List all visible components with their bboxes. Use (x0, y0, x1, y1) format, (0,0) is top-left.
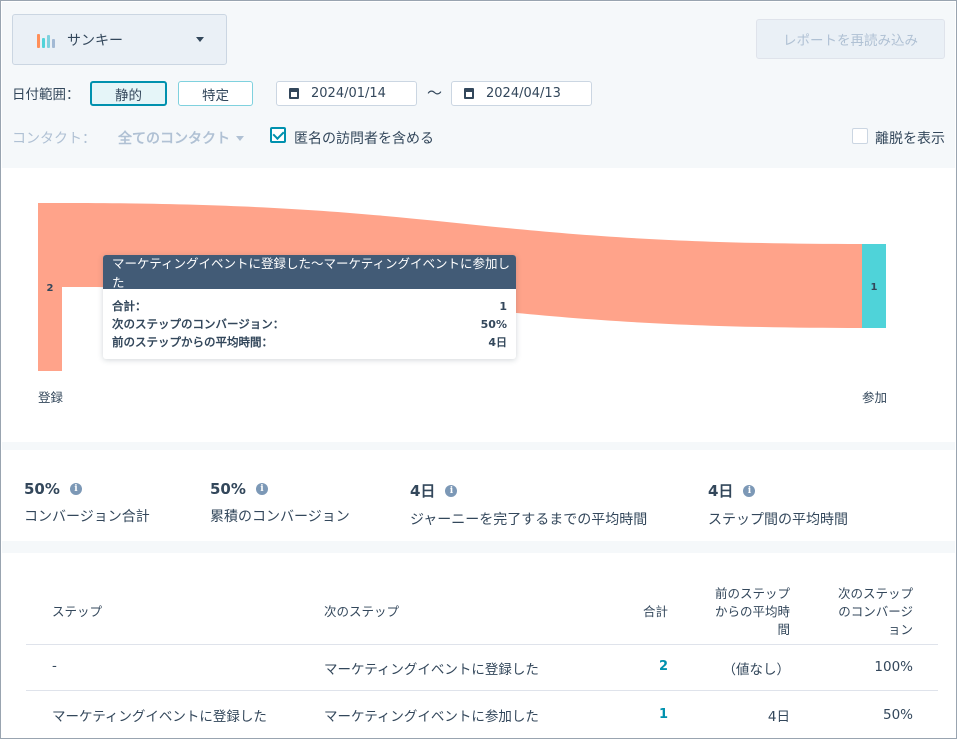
table-cell-avg-time: 4日 (767, 709, 790, 725)
table-cell-total-link[interactable]: 2 (622, 659, 668, 674)
show-dropoff-label[interactable]: 離脱を表示 (875, 128, 945, 148)
section-divider (2, 541, 955, 553)
header-line: 前のステップ (714, 586, 790, 601)
column-header-total[interactable]: 合計 (622, 603, 668, 621)
end-date-value: 2024/04/13 (486, 86, 561, 101)
chevron-down-icon (236, 135, 244, 141)
sankey-node-value-attend: 1 (871, 282, 878, 293)
date-range-label: 日付範囲： (12, 87, 80, 103)
table-cell-next-step: マーケティングイベントに登録した (324, 662, 539, 678)
tooltip-title: マーケティングイベントに登録した〜マーケティングイベントに参加した (103, 255, 516, 290)
date-mode-custom-button[interactable]: 特定 (178, 81, 253, 106)
sankey-tooltip: マーケティングイベントに登録した〜マーケティングイベントに参加した 合計： 1 … (103, 255, 516, 359)
table-cell-avg-time: （値なし） (722, 662, 791, 678)
table-cell-conversion: 50% (882, 707, 913, 723)
include-anonymous-label[interactable]: 匿名の訪問者を含める (294, 128, 434, 148)
column-header-step[interactable]: ステップ (52, 603, 102, 621)
include-anonymous-checkbox[interactable] (270, 127, 286, 143)
table-cell-conversion: 100% (874, 659, 913, 675)
header-line: 間 (777, 622, 790, 637)
report-window: サンキー レポートを再読み込み 日付範囲： 静的 特定 2024/01/14 〜… (0, 0, 957, 739)
table-cell-total-link[interactable]: 1 (622, 707, 668, 722)
header-line: からの平均時 (714, 604, 790, 619)
tooltip-row-total: 合計： 1 (103, 297, 516, 315)
table-cell-next-step: マーケティングイベントに参加した (324, 709, 539, 725)
reload-report-button[interactable]: レポートを再読み込み (756, 19, 945, 59)
header-line: ョン (887, 622, 913, 637)
chart-type-dropdown[interactable]: サンキー (12, 14, 227, 65)
row-divider (26, 690, 938, 691)
table-cell-step: - (52, 658, 57, 674)
stat-label: 累積のコンバージョン (210, 509, 350, 525)
show-dropoff-checkbox[interactable] (852, 128, 868, 144)
end-date-input[interactable]: 2024/04/13 (451, 81, 592, 106)
stat-value: 4日 (410, 482, 436, 500)
tooltip-conversion-value: 50% (480, 317, 507, 331)
info-icon[interactable]: i (743, 484, 756, 497)
column-header-next-step[interactable]: 次のステップ (324, 603, 399, 621)
stat-label: ステップ間の平均時間 (708, 512, 848, 528)
tooltip-total-label: 合計： (112, 299, 147, 313)
sankey-node-value-register: 2 (47, 283, 54, 294)
table-cell-step: マーケティングイベントに登録した (52, 709, 267, 725)
chart-type-label: サンキー (67, 32, 123, 49)
contact-filter-label: コンタクト： (12, 131, 96, 147)
steps-table: ステップ 次のステップ 合計 前のステップ からの平均時 間 次のステップ のコ… (2, 553, 955, 738)
column-header-conversion[interactable]: 次のステップ のコンバージ ョン (814, 585, 913, 639)
date-separator: 〜 (427, 84, 443, 102)
sankey-node-label-attend: 参加 (862, 390, 888, 405)
info-icon[interactable]: i (69, 483, 82, 495)
stat-value: 4日 (708, 482, 734, 500)
contact-filter-value: 全てのコンタクト (118, 131, 230, 147)
stat-label: コンバージョン合計 (24, 509, 150, 525)
column-header-avg-time[interactable]: 前のステップ からの平均時 間 (692, 585, 790, 639)
report-controls: サンキー レポートを再読み込み 日付範囲： 静的 特定 2024/01/14 〜… (2, 2, 955, 168)
date-range-row: 日付範囲： (12, 80, 80, 106)
tooltip-total-value: 1 (499, 299, 507, 313)
summary-stats: 50% i コンバージョン合計 50% i 累積のコンバージョン 4日 i ジャーニー… (2, 450, 955, 540)
stat-journey-avg-time: 4日 i ジャーニーを完了するまでの平均時間 (410, 480, 647, 529)
sankey-node-label-register: 登録 (38, 390, 64, 405)
start-date-input[interactable]: 2024/01/14 (276, 81, 417, 106)
tooltip-conversion-label: 次のステップのコンバージョン： (112, 317, 285, 331)
stat-total-conversion: 50% i コンバージョン合計 (24, 480, 150, 526)
tooltip-row-avg-time: 前のステップからの平均時間： 4日 (103, 333, 516, 351)
start-date-value: 2024/01/14 (311, 86, 386, 101)
contact-filter-dropdown[interactable]: 全てのコンタクト (118, 128, 244, 148)
date-mode-static-button[interactable]: 静的 (90, 81, 167, 106)
stat-value: 50% (24, 480, 60, 498)
row-divider (26, 644, 938, 645)
info-icon[interactable]: i (255, 483, 268, 495)
header-line: 次のステップ (837, 586, 913, 601)
section-divider (2, 442, 955, 450)
calendar-icon (289, 88, 299, 99)
header-line: のコンバージ (838, 604, 913, 619)
info-icon[interactable]: i (445, 484, 458, 497)
sankey-chart-icon (37, 32, 55, 48)
tooltip-avg-time-label: 前のステップからの平均時間： (112, 335, 273, 349)
tooltip-row-conversion: 次のステップのコンバージョン： 50% (103, 315, 516, 333)
stat-step-avg-time: 4日 i ステップ間の平均時間 (708, 480, 848, 529)
stat-label: ジャーニーを完了するまでの平均時間 (410, 512, 648, 528)
stat-value: 50% (210, 480, 246, 498)
tooltip-avg-time-value: 4日 (488, 336, 507, 349)
calendar-icon (464, 88, 474, 99)
chevron-down-icon (196, 37, 204, 42)
stat-cumulative-conversion: 50% i 累積のコンバージョン (210, 480, 350, 526)
